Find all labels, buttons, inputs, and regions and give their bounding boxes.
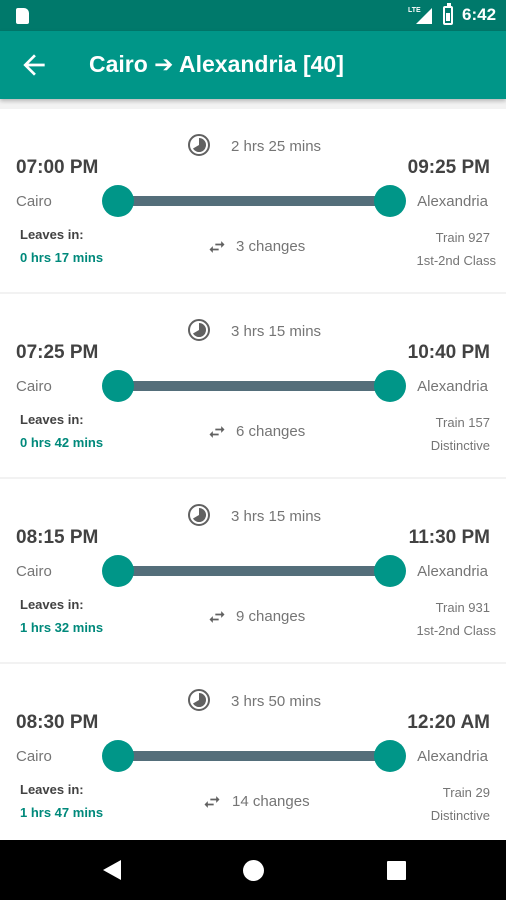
changes-count: 3 changes xyxy=(236,238,306,255)
train-class: 1st-2nd Class xyxy=(416,253,496,268)
arrival-time: 10:40 PM xyxy=(407,342,490,363)
arrival-time: 11:30 PM xyxy=(408,527,490,548)
departure-time: 08:15 PM xyxy=(16,527,99,548)
system-nav-bar xyxy=(0,840,506,900)
changes-count: 14 changes xyxy=(232,793,310,810)
route-bar xyxy=(118,381,390,391)
destination-dot xyxy=(374,555,406,587)
arrival-time: 09:25 PM xyxy=(407,157,490,178)
origin-dot xyxy=(102,555,134,587)
trip-duration: 3 hrs 50 mins xyxy=(231,693,322,710)
leaves-in-label: Leaves in: xyxy=(20,412,84,427)
origin-station: Cairo xyxy=(16,563,52,580)
destination-dot xyxy=(374,370,406,402)
nav-recents-icon[interactable] xyxy=(387,861,406,880)
page-title: Cairo ➔ Alexandria [40] xyxy=(89,51,344,77)
origin-dot xyxy=(102,185,134,217)
nav-home-icon[interactable] xyxy=(243,860,264,881)
status-time: 6:42 xyxy=(462,5,497,24)
leaves-in-label: Leaves in: xyxy=(20,782,84,797)
trip-duration: 3 hrs 15 mins xyxy=(231,323,322,340)
departure-time: 08:30 PM xyxy=(16,712,99,733)
origin-station: Cairo xyxy=(16,378,52,395)
trip-card[interactable]: 3 hrs 15 mins 08:15 PM 11:30 PM Cairo Al… xyxy=(0,479,506,662)
swap-arrows-icon xyxy=(209,426,225,438)
route-line xyxy=(102,370,406,402)
swap-arrows-icon xyxy=(209,241,225,253)
train-class: Distinctive xyxy=(430,808,490,823)
status-bar: LTE 6:42 xyxy=(0,0,506,31)
origin-dot xyxy=(102,740,134,772)
departure-time: 07:25 PM xyxy=(16,342,99,363)
train-class: 1st-2nd Class xyxy=(416,623,496,638)
train-number: Train 157 xyxy=(435,415,490,430)
train-number: Train 931 xyxy=(435,600,490,615)
destination-station: Alexandria xyxy=(417,378,488,395)
trip-list[interactable]: 2 hrs 25 mins 07:00 PM 09:25 PM Cairo Al… xyxy=(0,99,506,840)
destination-station: Alexandria xyxy=(417,193,488,210)
leaves-in-value: 0 hrs 42 mins xyxy=(20,435,104,450)
origin-station: Cairo xyxy=(16,193,52,210)
leaves-in-value: 1 hrs 32 mins xyxy=(20,620,104,635)
destination-station: Alexandria xyxy=(417,563,488,580)
changes-count: 6 changes xyxy=(236,423,306,440)
leaves-in-value: 0 hrs 17 mins xyxy=(20,250,104,265)
trip-card[interactable]: 3 hrs 15 mins 07:25 PM 10:40 PM Cairo Al… xyxy=(0,294,506,477)
trip-duration: 3 hrs 15 mins xyxy=(231,508,322,525)
app-bar: Cairo ➔ Alexandria [40] xyxy=(0,31,506,99)
duration-clock-icon xyxy=(188,689,210,711)
duration-clock-icon xyxy=(188,134,210,156)
train-number: Train 29 xyxy=(442,785,490,800)
destination-dot xyxy=(374,740,406,772)
route-bar xyxy=(118,566,390,576)
train-number: Train 927 xyxy=(435,230,490,245)
swap-arrows-icon xyxy=(204,796,220,808)
origin-station: Cairo xyxy=(16,748,52,765)
leaves-in-label: Leaves in: xyxy=(20,227,84,242)
arrival-time: 12:20 AM xyxy=(407,712,490,733)
route-line xyxy=(102,555,406,587)
departure-time: 07:00 PM xyxy=(16,157,99,178)
swap-arrows-icon xyxy=(209,611,225,623)
trip-card[interactable]: 2 hrs 25 mins 07:00 PM 09:25 PM Cairo Al… xyxy=(0,109,506,292)
duration-clock-icon xyxy=(188,504,210,526)
duration-clock-icon xyxy=(188,319,210,341)
train-class: Distinctive xyxy=(430,438,490,453)
route-line xyxy=(102,185,406,217)
route-bar xyxy=(118,196,390,206)
route-bar xyxy=(118,751,390,761)
origin-dot xyxy=(102,370,134,402)
signal-icon xyxy=(416,8,432,24)
route-line xyxy=(102,740,406,772)
changes-count: 9 changes xyxy=(236,608,306,625)
arrow-back-icon[interactable] xyxy=(18,49,50,81)
destination-station: Alexandria xyxy=(417,748,488,765)
battery-icon xyxy=(443,3,453,25)
destination-dot xyxy=(374,185,406,217)
leaves-in-value: 1 hrs 47 mins xyxy=(20,805,104,820)
trip-card[interactable]: 3 hrs 50 mins 08:30 PM 12:20 AM Cairo Al… xyxy=(0,664,506,840)
trip-duration: 2 hrs 25 mins xyxy=(231,138,322,155)
leaves-in-label: Leaves in: xyxy=(20,597,84,612)
sim-card-icon xyxy=(16,8,29,24)
nav-back-icon[interactable] xyxy=(101,859,123,881)
